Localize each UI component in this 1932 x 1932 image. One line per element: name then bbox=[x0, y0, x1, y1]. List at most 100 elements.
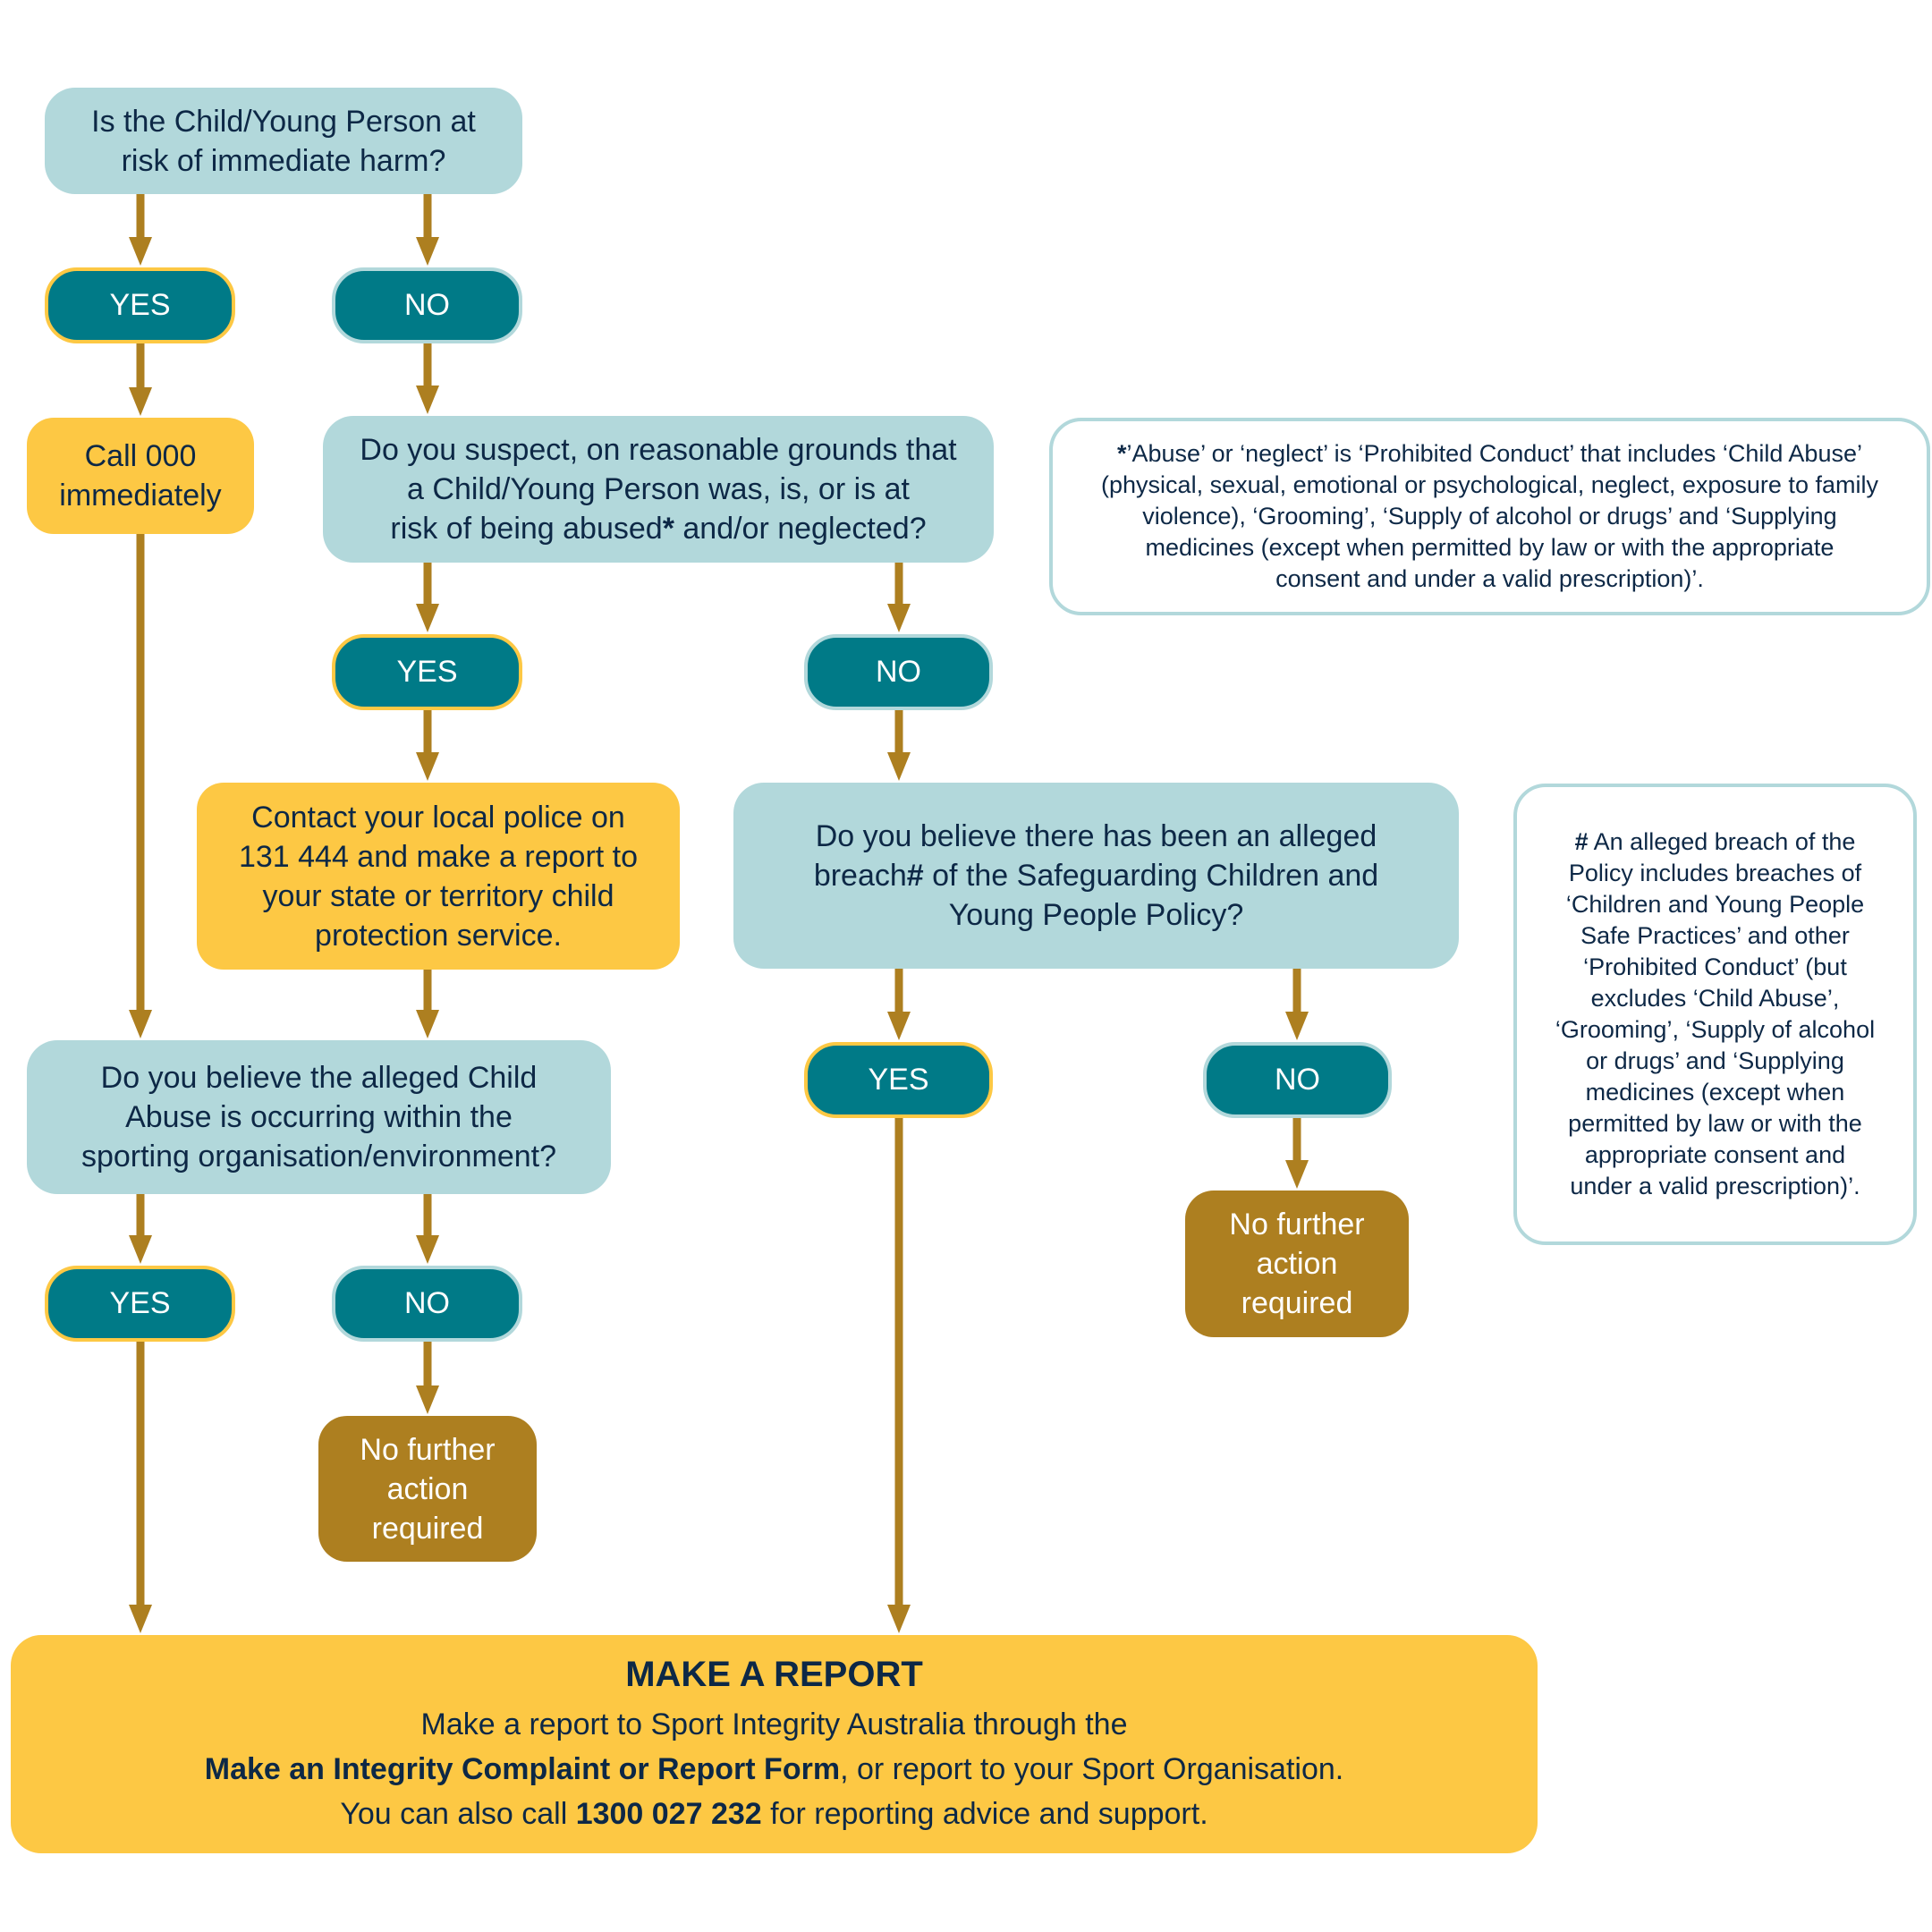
arrow-head-icon bbox=[1285, 1160, 1309, 1189]
q3-no-further-action: No further action required bbox=[1185, 1191, 1409, 1337]
note2-line: Policy includes breaches of bbox=[1568, 860, 1862, 886]
arrow-head-icon bbox=[416, 604, 439, 632]
note2-marker: # bbox=[1574, 828, 1589, 855]
question-within-sport: Do you believe the alleged Child Abuse is… bbox=[27, 1040, 611, 1194]
q3-line3: Young People Policy? bbox=[948, 898, 1244, 932]
question-policy-breach: Do you believe there has been an alleged… bbox=[733, 783, 1459, 969]
q4-line1: Do you believe the alleged Child bbox=[100, 1061, 538, 1095]
q1-yes-pill: YES bbox=[45, 267, 235, 343]
arrow-head-icon bbox=[129, 237, 152, 266]
arrow-head-icon bbox=[129, 1605, 152, 1633]
q3-yes-pill: YES bbox=[804, 1042, 993, 1118]
q4-yes-pill: YES bbox=[45, 1266, 235, 1342]
q4-line2: Abuse is occurring within the bbox=[125, 1100, 513, 1134]
q3-yes-label: YES bbox=[868, 1063, 929, 1097]
q3-no-label: NO bbox=[1275, 1063, 1320, 1097]
arrow-head-icon bbox=[129, 1235, 152, 1264]
q3-line2c: of the Safeguarding Children and bbox=[923, 859, 1379, 893]
report-title: MAKE A REPORT bbox=[625, 1655, 923, 1694]
q3-no-pill: NO bbox=[1203, 1042, 1392, 1118]
contact-police-box: Contact your local police on 131 444 and … bbox=[197, 783, 680, 970]
note2-line: ‘Grooming’, ‘Supply of alcohol bbox=[1555, 1016, 1876, 1043]
call000-line2: immediately bbox=[59, 479, 222, 513]
report-line3-post: for reporting advice and support. bbox=[761, 1797, 1208, 1831]
call-000-box: Call 000 immediately bbox=[27, 418, 254, 534]
q1-no-pill: NO bbox=[332, 267, 522, 343]
note1-marker: * bbox=[1117, 440, 1127, 467]
arrow-head-icon bbox=[416, 1010, 439, 1038]
note2-line: ‘Children and Young People bbox=[1565, 891, 1865, 918]
abuse-definition-note: *’Abuse’ or ‘neglect’ is ‘Prohibited Con… bbox=[1049, 418, 1930, 615]
note2-line: Safe Practices’ and other bbox=[1580, 922, 1850, 949]
note1-line: ’Abuse’ or ‘neglect’ is ‘Prohibited Cond… bbox=[1126, 440, 1862, 467]
note2-line: ‘Prohibited Conduct’ (but bbox=[1583, 953, 1847, 980]
report-line1: Make a report to Sport Integrity Austral… bbox=[420, 1707, 1128, 1741]
nfa1-line2: action bbox=[386, 1471, 469, 1506]
breach-definition-note: # An alleged breach of the Policy include… bbox=[1513, 784, 1917, 1245]
report-phone: 1300 027 232 bbox=[575, 1797, 762, 1831]
q4-line3: sporting organisation/environment? bbox=[80, 1140, 557, 1174]
q1-line1: Is the Child/Young Person at bbox=[91, 104, 476, 139]
note1-line: (physical, sexual, emotional or psycholo… bbox=[1101, 471, 1878, 498]
note1-line: consent and under a valid prescription)’… bbox=[1275, 565, 1704, 592]
nfa1-line3: required bbox=[371, 1511, 484, 1546]
question-immediate-harm: Is the Child/Young Person at risk of imme… bbox=[45, 88, 522, 194]
q1-line2: risk of immediate harm? bbox=[121, 143, 446, 178]
note1-line: medicines (except when permitted by law … bbox=[1145, 534, 1835, 561]
report-line2: Make an Integrity Complaint or Report Fo… bbox=[205, 1747, 1343, 1792]
q4-no-label: NO bbox=[404, 1286, 450, 1320]
arrow-head-icon bbox=[1285, 1012, 1309, 1040]
note2-line: under a valid prescription)’. bbox=[1570, 1173, 1860, 1199]
police-line4: protection service. bbox=[315, 918, 562, 953]
arrow-head-icon bbox=[416, 386, 439, 414]
arrow-head-icon bbox=[129, 387, 152, 416]
q2-no-pill: NO bbox=[804, 634, 993, 710]
q3-line2a: breach bbox=[813, 859, 907, 893]
note2-line: appropriate consent and bbox=[1584, 1141, 1846, 1168]
make-a-report-box: MAKE A REPORT Make a report to Sport Int… bbox=[11, 1635, 1538, 1853]
note2-line: or drugs’ and ‘Supplying bbox=[1586, 1047, 1844, 1074]
note2-line: permitted by law or with the bbox=[1568, 1110, 1862, 1137]
arrow-head-icon bbox=[887, 1605, 911, 1633]
q2-line1: Do you suspect, on reasonable grounds th… bbox=[360, 433, 957, 467]
q4-no-further-action: No further action required bbox=[318, 1416, 537, 1562]
q2-line3c: and/or neglected? bbox=[674, 512, 927, 546]
report-line3: You can also call 1300 027 232 for repor… bbox=[340, 1792, 1208, 1836]
report-line3-pre: You can also call bbox=[340, 1797, 576, 1831]
q4-yes-label: YES bbox=[109, 1286, 171, 1320]
report-form-link[interactable]: Make an Integrity Complaint or Report Fo… bbox=[205, 1752, 840, 1786]
arrow-head-icon bbox=[416, 752, 439, 781]
arrow-head-icon bbox=[416, 1385, 439, 1414]
nfa2-line2: action bbox=[1256, 1247, 1338, 1281]
q3-line1: Do you believe there has been an alleged bbox=[815, 819, 1377, 853]
report-line2-rest: , or report to your Sport Organisation. bbox=[840, 1752, 1344, 1786]
question-suspect-abuse: Do you suspect, on reasonable grounds th… bbox=[323, 416, 994, 563]
arrow-head-icon bbox=[887, 1012, 911, 1040]
nfa2-line1: No further bbox=[1229, 1208, 1365, 1241]
arrow-head-icon bbox=[416, 237, 439, 266]
call000-line1: Call 000 bbox=[84, 439, 197, 473]
note2-line: An alleged breach of the bbox=[1588, 828, 1856, 855]
arrow-head-icon bbox=[887, 752, 911, 781]
q2-asterisk: * bbox=[662, 512, 674, 546]
q1-yes-label: YES bbox=[109, 288, 171, 322]
q3-hash: # bbox=[906, 859, 924, 893]
note2-line: excludes ‘Child Abuse’, bbox=[1590, 985, 1840, 1012]
q2-line2: a Child/Young Person was, is, or is at bbox=[407, 472, 910, 506]
police-line1: Contact your local police on bbox=[251, 800, 625, 835]
nfa2-line3: required bbox=[1241, 1286, 1353, 1320]
q4-no-pill: NO bbox=[332, 1266, 522, 1342]
police-line2: 131 444 and make a report to bbox=[238, 839, 639, 874]
q2-no-label: NO bbox=[876, 655, 921, 689]
arrow-head-icon bbox=[887, 604, 911, 632]
arrow-head-icon bbox=[129, 1010, 152, 1038]
q2-yes-label: YES bbox=[396, 655, 458, 689]
note1-line: violence), ‘Grooming’, ‘Supply of alcoho… bbox=[1142, 503, 1837, 530]
q2-yes-pill: YES bbox=[332, 634, 522, 710]
q2-line3a: risk of being abused bbox=[390, 512, 663, 546]
q1-no-label: NO bbox=[404, 288, 450, 322]
arrow-head-icon bbox=[416, 1235, 439, 1264]
police-line3: your state or territory child bbox=[262, 878, 614, 913]
note2-line: medicines (except when bbox=[1585, 1079, 1845, 1106]
nfa1-line1: No further bbox=[360, 1432, 496, 1467]
